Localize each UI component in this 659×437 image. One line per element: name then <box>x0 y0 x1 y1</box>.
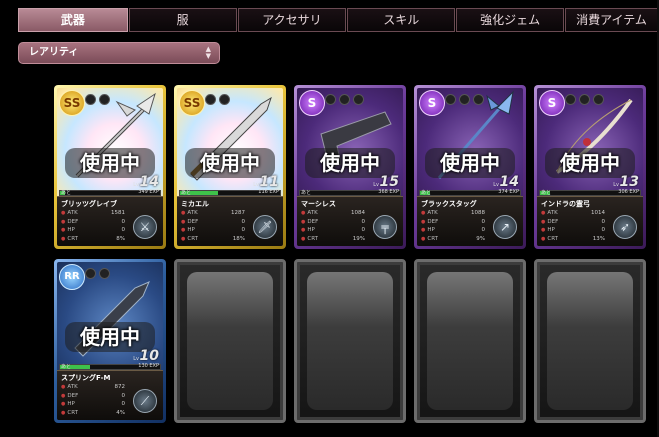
level-value: 14 <box>139 174 159 190</box>
level-label: Lv <box>493 182 499 188</box>
level-value: 11 <box>259 174 279 190</box>
slot-dots <box>85 94 110 105</box>
exp-text: あと 306 EXP <box>541 189 639 196</box>
level-value: 14 <box>499 174 519 190</box>
stats-panel: マーシレス ATK1084 DEF0 HP0 CRT19% ╤ <box>297 196 403 246</box>
weapon-name: ブラックスタッグ <box>421 200 477 208</box>
exp-text: あと 349 EXP <box>61 189 159 196</box>
tab-consumables[interactable]: 消費アイテム <box>565 8 658 32</box>
stats-panel: スプリングF-M ATK872 DEF0 HP0 CRT4% ⟋ <box>57 370 163 420</box>
empty-weapon-slot[interactable] <box>294 259 406 423</box>
weapon-card[interactable]: S 使用中 Lv 15 あと368 EXP マーシレス ATK1084 DEF0… <box>294 85 406 249</box>
stats-panel: ブリッツグレイブ ATK1581 DEF0 HP0 CRT8% ⚔ <box>57 196 163 246</box>
tab-weapons[interactable]: 武器 <box>18 8 128 32</box>
halberd-icon: ⚔ <box>133 215 157 239</box>
empty-weapon-slot[interactable] <box>534 259 646 423</box>
weapon-card[interactable]: RR 使用中 Lv 10 あと130 EXP スプリングF-M ATK872 D… <box>54 259 166 423</box>
level-label: Lv <box>133 356 139 362</box>
level-label: Lv <box>253 182 259 188</box>
rarity-badge: SS <box>179 90 205 116</box>
exp-text: あと 116 EXP <box>181 189 279 196</box>
slot-dots <box>325 94 364 105</box>
blade-icon: ⟋ <box>133 389 157 413</box>
rarity-badge: S <box>299 90 325 116</box>
rarity-badge: SS <box>59 90 85 116</box>
weapon-name: インドラの霊弓 <box>541 200 590 208</box>
stats-panel: ミカエル ATK1287 DEF0 HP0 CRT18% 🗡 <box>177 196 283 246</box>
slot-dots <box>205 94 230 105</box>
level-label: Lv <box>613 182 619 188</box>
tab-skills[interactable]: スキル <box>347 8 456 32</box>
sort-dropdown-label: レアリティ <box>29 47 79 58</box>
slot-dots <box>85 268 110 279</box>
tab-accessories[interactable]: アクセサリ <box>237 8 347 32</box>
weapon-card[interactable]: S 使用中 Lv 14 あと374 EXP ブラックスタッグ ATK1088 D… <box>414 85 526 249</box>
tab-clothes[interactable]: 服 <box>128 8 237 32</box>
stats-panel: ブラックスタッグ ATK1088 DEF0 HP0 CRT9% ↗ <box>417 196 523 246</box>
empty-weapon-slot[interactable] <box>174 259 286 423</box>
level-value: 13 <box>619 174 639 190</box>
level-label: Lv <box>133 182 139 188</box>
sword-icon: 🗡 <box>253 215 277 239</box>
level-label: Lv <box>373 182 379 188</box>
exp-text: あと 130 EXP <box>61 363 159 370</box>
weapon-name: マーシレス <box>301 200 336 208</box>
rarity-badge: S <box>539 90 565 116</box>
dropdown-arrows-icon: ▲ ▼ <box>205 45 211 60</box>
weapon-name: ミカエル <box>181 200 209 208</box>
bow-icon: ➶ <box>613 215 637 239</box>
spear-icon: ↗ <box>493 215 517 239</box>
empty-weapon-slot[interactable] <box>414 259 526 423</box>
category-tabs: 武器 服 アクセサリ スキル 強化ジェム 消費アイテム <box>18 8 659 32</box>
tab-enhance-gems[interactable]: 強化ジェム <box>456 8 565 32</box>
weapon-name: スプリングF-M <box>61 374 111 382</box>
rarity-badge: RR <box>59 264 85 290</box>
sort-dropdown[interactable]: レアリティ ▲ ▼ <box>18 42 220 64</box>
slot-dots <box>445 94 484 105</box>
slot-dots <box>565 94 604 105</box>
weapon-card[interactable]: SS 使用中 Lv 11 あと116 EXP ミカエル ATK1287 DEF0… <box>174 85 286 249</box>
weapon-name: ブリッツグレイブ <box>61 200 117 208</box>
rarity-badge: S <box>419 90 445 116</box>
weapon-card[interactable]: SS 使用中 Lv 14 あと349 EXP ブリッツグレイブ ATK1581 … <box>54 85 166 249</box>
stats-panel: インドラの霊弓 ATK1014 DEF0 HP0 CRT13% ➶ <box>537 196 643 246</box>
level-value: 15 <box>379 174 399 190</box>
gun-icon: ╤ <box>373 215 397 239</box>
exp-text: あと 374 EXP <box>421 189 519 196</box>
exp-text: あと 368 EXP <box>301 189 399 196</box>
weapon-card[interactable]: S 使用中 Lv 13 あと306 EXP インドラの霊弓 ATK1014 DE… <box>534 85 646 249</box>
level-value: 10 <box>139 348 159 364</box>
